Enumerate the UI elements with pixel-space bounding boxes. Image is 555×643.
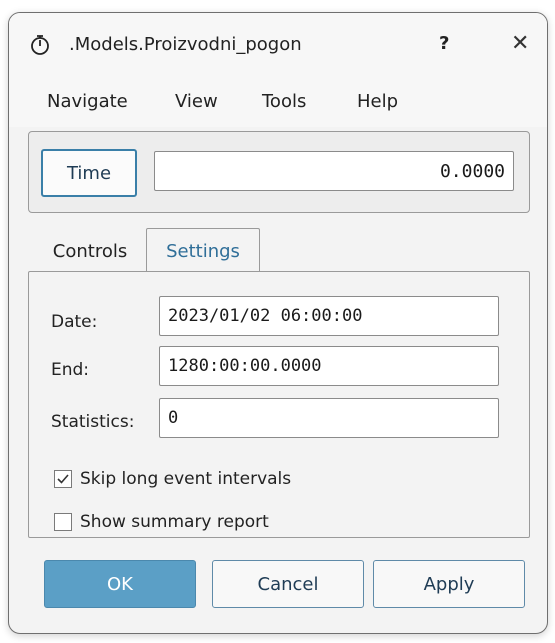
summary-checkbox[interactable] [54, 513, 72, 531]
tab-controls[interactable]: Controls [35, 231, 145, 271]
ok-button[interactable]: OK [44, 560, 196, 608]
menu-view[interactable]: View [175, 91, 218, 112]
menu-bar: Navigate View Tools Help [9, 77, 547, 127]
dialog-window: .Models.Proizvodni_pogon ? ✕ Navigate Vi… [8, 12, 548, 634]
summary-row[interactable]: Show summary report [54, 510, 269, 534]
date-input[interactable]: 2023/01/02 06:00:00 [159, 296, 499, 336]
menu-tools[interactable]: Tools [262, 91, 306, 112]
tab-settings[interactable]: Settings [146, 228, 260, 273]
menu-help[interactable]: Help [357, 91, 398, 112]
end-label: End: [51, 360, 90, 380]
stopwatch-icon [31, 35, 49, 55]
time-group: Time 0.0000 [28, 131, 530, 213]
date-label: Date: [51, 312, 98, 332]
skip-long-checkbox[interactable] [54, 470, 72, 488]
checkmark-icon [57, 474, 69, 484]
cancel-button[interactable]: Cancel [212, 560, 364, 608]
skip-long-row[interactable]: Skip long event intervals [54, 467, 291, 491]
skip-long-label: Skip long event intervals [80, 469, 292, 489]
help-button[interactable]: ? [439, 33, 449, 54]
statistics-label: Statistics: [51, 412, 135, 432]
window-title: .Models.Proizvodni_pogon [69, 34, 302, 55]
time-button[interactable]: Time [41, 149, 137, 197]
title-bar: .Models.Proizvodni_pogon ? ✕ [9, 13, 547, 77]
statistics-input[interactable]: 0 [159, 398, 499, 438]
time-value-field: 0.0000 [154, 151, 514, 191]
apply-button[interactable]: Apply [373, 560, 525, 608]
settings-panel: Date: 2023/01/02 06:00:00 End: 1280:00:0… [28, 271, 530, 538]
summary-label: Show summary report [80, 512, 269, 532]
close-button[interactable]: ✕ [511, 31, 529, 56]
menu-navigate[interactable]: Navigate [47, 91, 128, 112]
end-input[interactable]: 1280:00:00.0000 [159, 346, 499, 386]
